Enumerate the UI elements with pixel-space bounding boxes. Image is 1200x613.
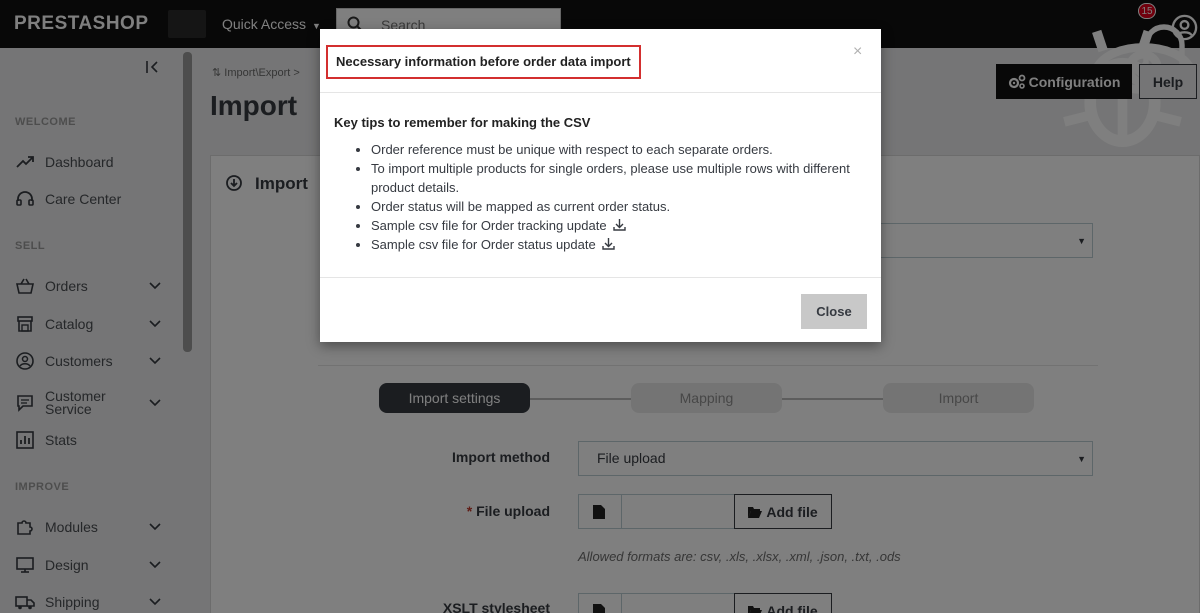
tips-title: Key tips to remember for making the CSV xyxy=(334,115,591,130)
modal-footer: Close xyxy=(320,277,881,342)
tips-list: Order reference must be unique with resp… xyxy=(334,140,864,254)
download-icon[interactable] xyxy=(612,218,626,231)
import-info-modal: Necessary information before order data … xyxy=(320,29,881,342)
list-item[interactable]: Sample csv file for Order status update xyxy=(371,235,864,254)
close-icon[interactable]: × xyxy=(853,43,862,61)
modal-title: Necessary information before order data … xyxy=(326,45,641,79)
modal-body: Key tips to remember for making the CSV … xyxy=(334,115,864,254)
download-icon[interactable] xyxy=(602,237,615,250)
list-item[interactable]: Sample csv file for Order tracking updat… xyxy=(371,216,864,235)
list-item: Order reference must be unique with resp… xyxy=(371,140,864,159)
list-item: Order status will be mapped as current o… xyxy=(371,197,864,216)
modal-header: Necessary information before order data … xyxy=(320,29,881,93)
list-item: To import multiple products for single o… xyxy=(371,159,864,197)
tracking-sample-link[interactable]: Sample csv file for Order tracking updat… xyxy=(371,218,607,233)
status-sample-link[interactable]: Sample csv file for Order status update xyxy=(371,237,596,252)
close-button[interactable]: Close xyxy=(801,294,867,329)
